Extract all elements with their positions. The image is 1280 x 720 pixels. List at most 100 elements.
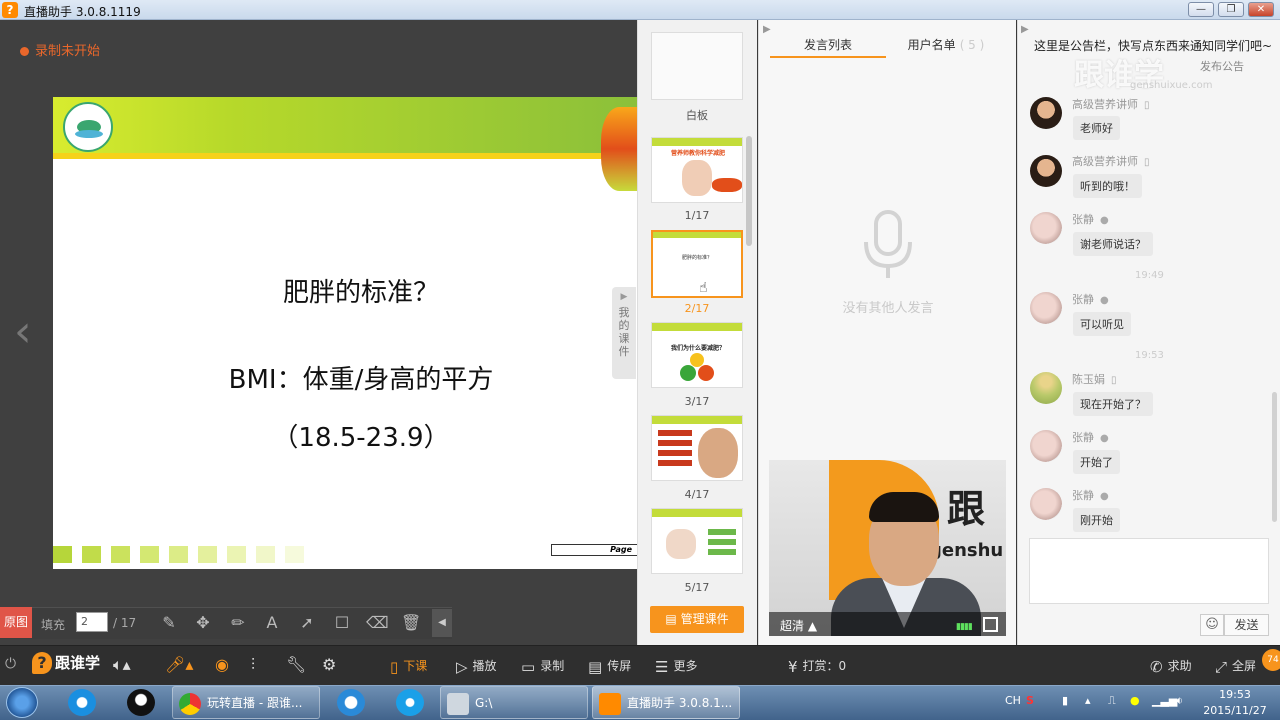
whiteboard-label: 白板 [686,109,708,122]
avatar[interactable] [1030,372,1062,404]
avatar[interactable] [1030,430,1062,462]
input-language[interactable]: CH [1005,694,1021,707]
my-courseware-tab[interactable]: ▶ 我的课件 [612,287,636,379]
chat-message: 老师好 [1073,116,1120,140]
share-screen-button[interactable]: ▤ 传屏 [588,657,631,676]
rectangle-icon[interactable]: ☐ [332,613,352,633]
eraser-icon[interactable]: ⌫ [366,613,389,633]
publish-notice-button[interactable]: 发布公告 [1200,58,1244,74]
wrench-icon[interactable]: 🔧︎ [286,655,306,674]
fullscreen-button[interactable]: ⤢ 全屏 [1215,657,1256,676]
trash-icon[interactable]: 🗑 [401,613,421,633]
collapse-toolbar-icon[interactable]: ◀ [432,609,452,637]
teacher-hair [869,492,939,522]
tab-user-list[interactable]: 用户名单( 5 ) [888,36,1004,58]
pen-icon[interactable]: ✎ [159,613,179,633]
avatar[interactable] [1030,292,1062,324]
microphone-toggle-icon[interactable]: 🎤︎▴ [165,655,193,674]
security-icon[interactable]: ● [1130,694,1140,707]
network-icon[interactable]: ▁▃▅ [1152,694,1177,707]
slide-thumbnail-3[interactable]: 我们为什么要减肥？ [651,322,743,388]
arrow-icon[interactable]: ➚ [297,613,317,633]
speaker-icon[interactable]: 🔈︎▴ [113,655,131,675]
close-button[interactable]: ✕ [1248,2,1274,17]
page-number-input[interactable]: 2 [76,612,108,632]
more-button[interactable]: ☰ 更多 [655,657,697,676]
emoji-icon[interactable]: ☺ [1200,614,1224,636]
chat-input[interactable] [1029,538,1269,604]
text-icon[interactable]: A [262,613,282,633]
chat-collapse-icon[interactable]: ▶ [1021,24,1029,35]
help-label: 求助 [1167,659,1192,673]
minimize-button[interactable]: — [1188,2,1214,17]
tray-expand-icon[interactable]: ▴ [1085,694,1091,707]
whiteboard-thumbnail[interactable] [651,32,743,100]
my-courseware-label: 我的课件 [618,306,630,358]
help-button[interactable]: ✆ 求助 [1150,657,1192,676]
recording-status: 录制未开始 [20,40,100,59]
phone-icon: ▯ [1111,375,1117,386]
video-watermark-word: 跟 [947,487,986,531]
taskbar-item-live-assistant[interactable]: 直播助手 3.0.8.1... [592,686,740,719]
power-icon[interactable]: ⏻ [5,656,16,672]
taskbar-item-browser[interactable]: 玩转直播 - 跟谁... [172,686,320,719]
cursor-hand-icon: ☝ [699,280,708,296]
volume-icon[interactable]: 🔉︎ [1176,694,1183,708]
original-size-button[interactable]: 原图 [0,607,32,638]
play-button[interactable]: ▷ 播放 [456,657,497,676]
reward-button[interactable]: ¥ 打赏：0 [788,657,846,676]
notification-badge[interactable]: 74 [1262,649,1280,671]
thumb-figure-icon [682,160,712,196]
video-quality-selector[interactable]: 超清 ▲ [780,617,817,634]
slide-thumbnail-1[interactable]: 营养师教你科学减肥 [651,137,743,203]
thumb-caption: 营养师教你科学减肥 [670,150,725,157]
thumb-band [652,138,742,146]
taskbar-item-explorer[interactable]: G:\ [440,686,588,719]
app-logo-icon: ? [2,2,18,18]
taskbar-item-label: 直播助手 3.0.8.1... [627,696,733,710]
chat-sender-name: 张静 [1072,293,1094,306]
usb-icon[interactable]: ⎍ [1108,694,1116,708]
media-player-icon[interactable] [396,689,424,716]
slide-thumbnail-2[interactable]: 肥胖的标准？ ☝ [651,230,743,298]
chat-message: 开始了 [1073,450,1120,474]
mixer-icon[interactable]: ⫶ [251,655,255,675]
panel-collapse-icon[interactable]: ▶ [763,24,771,35]
slide-thumbnail-5[interactable] [651,508,743,574]
footer-square [140,546,159,563]
avatar[interactable] [1030,97,1062,129]
qq-icon[interactable] [127,689,155,716]
brand-logo: ? 跟谁学 [32,652,100,674]
popout-video-icon[interactable] [983,617,998,632]
clock-date[interactable]: 2015/11/27 [1200,704,1270,717]
move-icon[interactable]: ✥ [193,613,213,633]
avatar[interactable] [1030,212,1062,244]
start-button-icon[interactable] [6,687,38,718]
clock-time[interactable]: 19:53 [1200,688,1270,701]
tab-speech-list[interactable]: 发言列表 [770,36,886,58]
thumbnail-scrollbar[interactable] [746,136,752,246]
record-button[interactable]: ▭ 录制 [521,657,564,676]
avatar[interactable] [1030,155,1062,187]
battery-icon[interactable]: ▮ [1062,694,1068,707]
highlighter-icon[interactable]: ✏ [228,613,248,633]
send-button[interactable]: 发送 [1224,614,1269,636]
slide-thumbnail-4[interactable] [651,415,743,481]
manage-courseware-button[interactable]: ▤ 管理课件 [650,606,744,633]
previous-slide-arrow-icon[interactable]: ‹ [14,310,32,354]
camera-icon[interactable]: ◉ [215,655,229,674]
sogou-tray-icon[interactable]: S [1026,694,1034,707]
baidu-cloud-icon[interactable] [337,689,365,716]
fill-mode-button[interactable]: 填充 [41,616,65,633]
maximize-button[interactable]: ❐ [1218,2,1244,17]
teacher-video[interactable]: 跟 genshu [769,460,1006,636]
avatar[interactable] [1030,488,1062,520]
settings-icon[interactable]: ⚙ [322,655,336,674]
sogou-icon[interactable] [68,689,96,716]
video-record-icon: ▭ [521,658,536,676]
slide-thumbnail-label: 3/17 [684,395,710,408]
end-class-button[interactable]: ▯ 下课 [390,657,427,676]
chat-sender: 张静 ● [1072,291,1109,307]
chat-message: 可以听见 [1073,312,1131,336]
chat-scrollbar[interactable] [1272,392,1277,522]
